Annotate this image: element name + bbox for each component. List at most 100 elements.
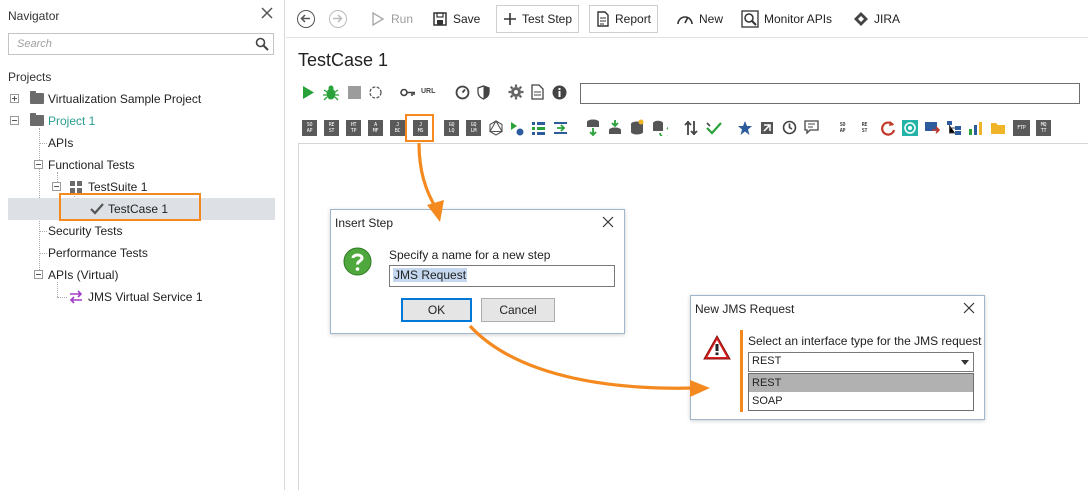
- stop-icon[interactable]: [348, 86, 361, 99]
- loop-icon[interactable]: [368, 85, 383, 100]
- dropdown-option-soap[interactable]: SOAP: [749, 392, 973, 410]
- collapse-icon[interactable]: [34, 160, 43, 169]
- step-name-value: JMS Request: [393, 268, 468, 282]
- ok-button[interactable]: OK: [401, 298, 472, 322]
- tree-item-label: TestCase 1: [108, 202, 169, 216]
- soap-mock-icon[interactable]: SO AP: [835, 120, 850, 136]
- accent-bar: [740, 330, 743, 412]
- save-button[interactable]: Save: [426, 5, 486, 33]
- manual-step-icon[interactable]: [760, 121, 774, 135]
- rest-mock-icon[interactable]: RE ST: [857, 120, 872, 136]
- url-icon[interactable]: URL: [421, 88, 435, 95]
- data-chart-icon[interactable]: [968, 120, 984, 136]
- jms-step-icon[interactable]: J MS: [413, 120, 428, 136]
- info-icon[interactable]: [552, 85, 567, 100]
- swagger-icon[interactable]: [902, 120, 918, 136]
- tree-item-apis[interactable]: APIs: [0, 132, 284, 154]
- mqtt-step-icon[interactable]: MQ TT: [1036, 120, 1051, 136]
- dialog-title: New JMS Request: [695, 302, 795, 316]
- back-button[interactable]: [297, 10, 315, 28]
- tree-structure-icon[interactable]: [946, 120, 962, 136]
- close-icon[interactable]: [963, 302, 975, 314]
- endpoint-field[interactable]: [580, 83, 1080, 104]
- refresh-icon[interactable]: [880, 120, 896, 136]
- interface-type-dropdown: REST SOAP: [748, 373, 974, 411]
- tree-item-testcase[interactable]: TestCase 1: [8, 198, 275, 220]
- graphql-icon[interactable]: [488, 120, 504, 136]
- assertion-icon[interactable]: [706, 121, 722, 135]
- interface-type-select[interactable]: REST: [748, 352, 974, 372]
- ftp-step-icon[interactable]: FTP: [1013, 120, 1030, 136]
- collapse-icon[interactable]: [10, 116, 19, 125]
- amf-step-icon[interactable]: A MF: [368, 120, 383, 136]
- tree-item-label: APIs (Virtual): [48, 268, 119, 282]
- tree-item-security-tests[interactable]: Security Tests: [0, 220, 284, 242]
- groovy-script-icon[interactable]: [684, 120, 698, 136]
- close-icon[interactable]: [260, 6, 274, 20]
- warning-icon: [703, 334, 731, 360]
- datasink-icon[interactable]: [608, 119, 622, 136]
- debug-icon[interactable]: [322, 84, 340, 101]
- collapse-icon[interactable]: [52, 182, 61, 191]
- tree-item-functional-tests[interactable]: Functional Tests: [0, 154, 284, 176]
- cancel-button[interactable]: Cancel: [481, 298, 555, 322]
- step-name-input[interactable]: JMS Request: [389, 265, 615, 287]
- star-icon[interactable]: [737, 120, 753, 136]
- tree-item-jms-virtual-service[interactable]: JMS Virtual Service 1: [0, 286, 284, 308]
- tree-item-performance-tests[interactable]: Performance Tests: [0, 242, 284, 264]
- monitor-apis-button[interactable]: Monitor APIs: [735, 5, 838, 33]
- save-icon: [433, 12, 447, 26]
- graphql-query-step-icon[interactable]: GQ LQ: [444, 120, 459, 136]
- tree-item-label: JMS Virtual Service 1: [88, 290, 203, 304]
- http-step-icon[interactable]: HT TP: [346, 120, 361, 136]
- navigator-search: [8, 33, 274, 55]
- tree-item-virtualization-project[interactable]: Virtualization Sample Project: [0, 88, 284, 110]
- folder-open-icon[interactable]: [990, 121, 1006, 135]
- navigator-panel: Navigator Projects Virtualization Sample…: [0, 0, 285, 490]
- timer-icon[interactable]: [455, 85, 470, 100]
- property-transfer-icon[interactable]: [553, 121, 568, 135]
- delay-icon[interactable]: [782, 120, 797, 135]
- tree-item-label: Performance Tests: [48, 246, 148, 260]
- tree-item-testsuite[interactable]: TestSuite 1: [0, 176, 284, 198]
- run-testcase-icon[interactable]: [302, 85, 315, 100]
- tree-item-label: Virtualization Sample Project: [48, 92, 202, 106]
- jdbc-step-icon[interactable]: J BC: [390, 120, 405, 136]
- gauge-icon: [677, 16, 693, 25]
- collapse-icon[interactable]: [34, 270, 43, 279]
- tree-item-project1[interactable]: Project 1: [0, 110, 284, 132]
- search-icon[interactable]: [255, 37, 269, 51]
- jms-prompt: Select an interface type for the JMS req…: [748, 334, 982, 348]
- forward-button[interactable]: [329, 10, 347, 28]
- test-step-label: Test Step: [522, 12, 573, 26]
- report-button[interactable]: Report: [589, 5, 659, 33]
- document-icon[interactable]: [531, 84, 544, 100]
- dropdown-option-rest[interactable]: REST: [749, 374, 973, 392]
- receive-mail-icon[interactable]: [924, 121, 940, 135]
- conditional-goto-icon[interactable]: [510, 120, 524, 136]
- close-icon[interactable]: [602, 216, 614, 228]
- run-button[interactable]: Run: [364, 5, 419, 33]
- datasource-loop-icon[interactable]: [652, 119, 668, 136]
- datagen-icon[interactable]: [630, 119, 644, 136]
- tree-item-label: Security Tests: [48, 224, 123, 238]
- jira-button[interactable]: JIRA: [847, 5, 906, 33]
- properties-icon[interactable]: [531, 121, 546, 135]
- tree-item-label: APIs: [48, 136, 74, 150]
- test-step-button[interactable]: Test Step: [496, 5, 580, 33]
- soap-step-icon[interactable]: SO AP: [302, 120, 317, 136]
- tree-item-apis-virtual[interactable]: APIs (Virtual): [0, 264, 284, 286]
- comment-icon[interactable]: [804, 120, 819, 135]
- shield-icon[interactable]: [477, 85, 490, 100]
- search-input[interactable]: [9, 34, 249, 54]
- testsuite-icon: [70, 181, 82, 193]
- rest-step-icon[interactable]: RE ST: [324, 120, 339, 136]
- gear-icon[interactable]: [508, 84, 524, 100]
- save-label: Save: [453, 12, 481, 26]
- expand-icon[interactable]: [10, 94, 19, 103]
- new-button[interactable]: New: [670, 5, 729, 33]
- key-icon[interactable]: [400, 87, 416, 98]
- report-label: Report: [615, 12, 652, 26]
- graphql-mutation-step-icon[interactable]: GQ LM: [466, 120, 481, 136]
- datasource-icon[interactable]: [586, 119, 600, 136]
